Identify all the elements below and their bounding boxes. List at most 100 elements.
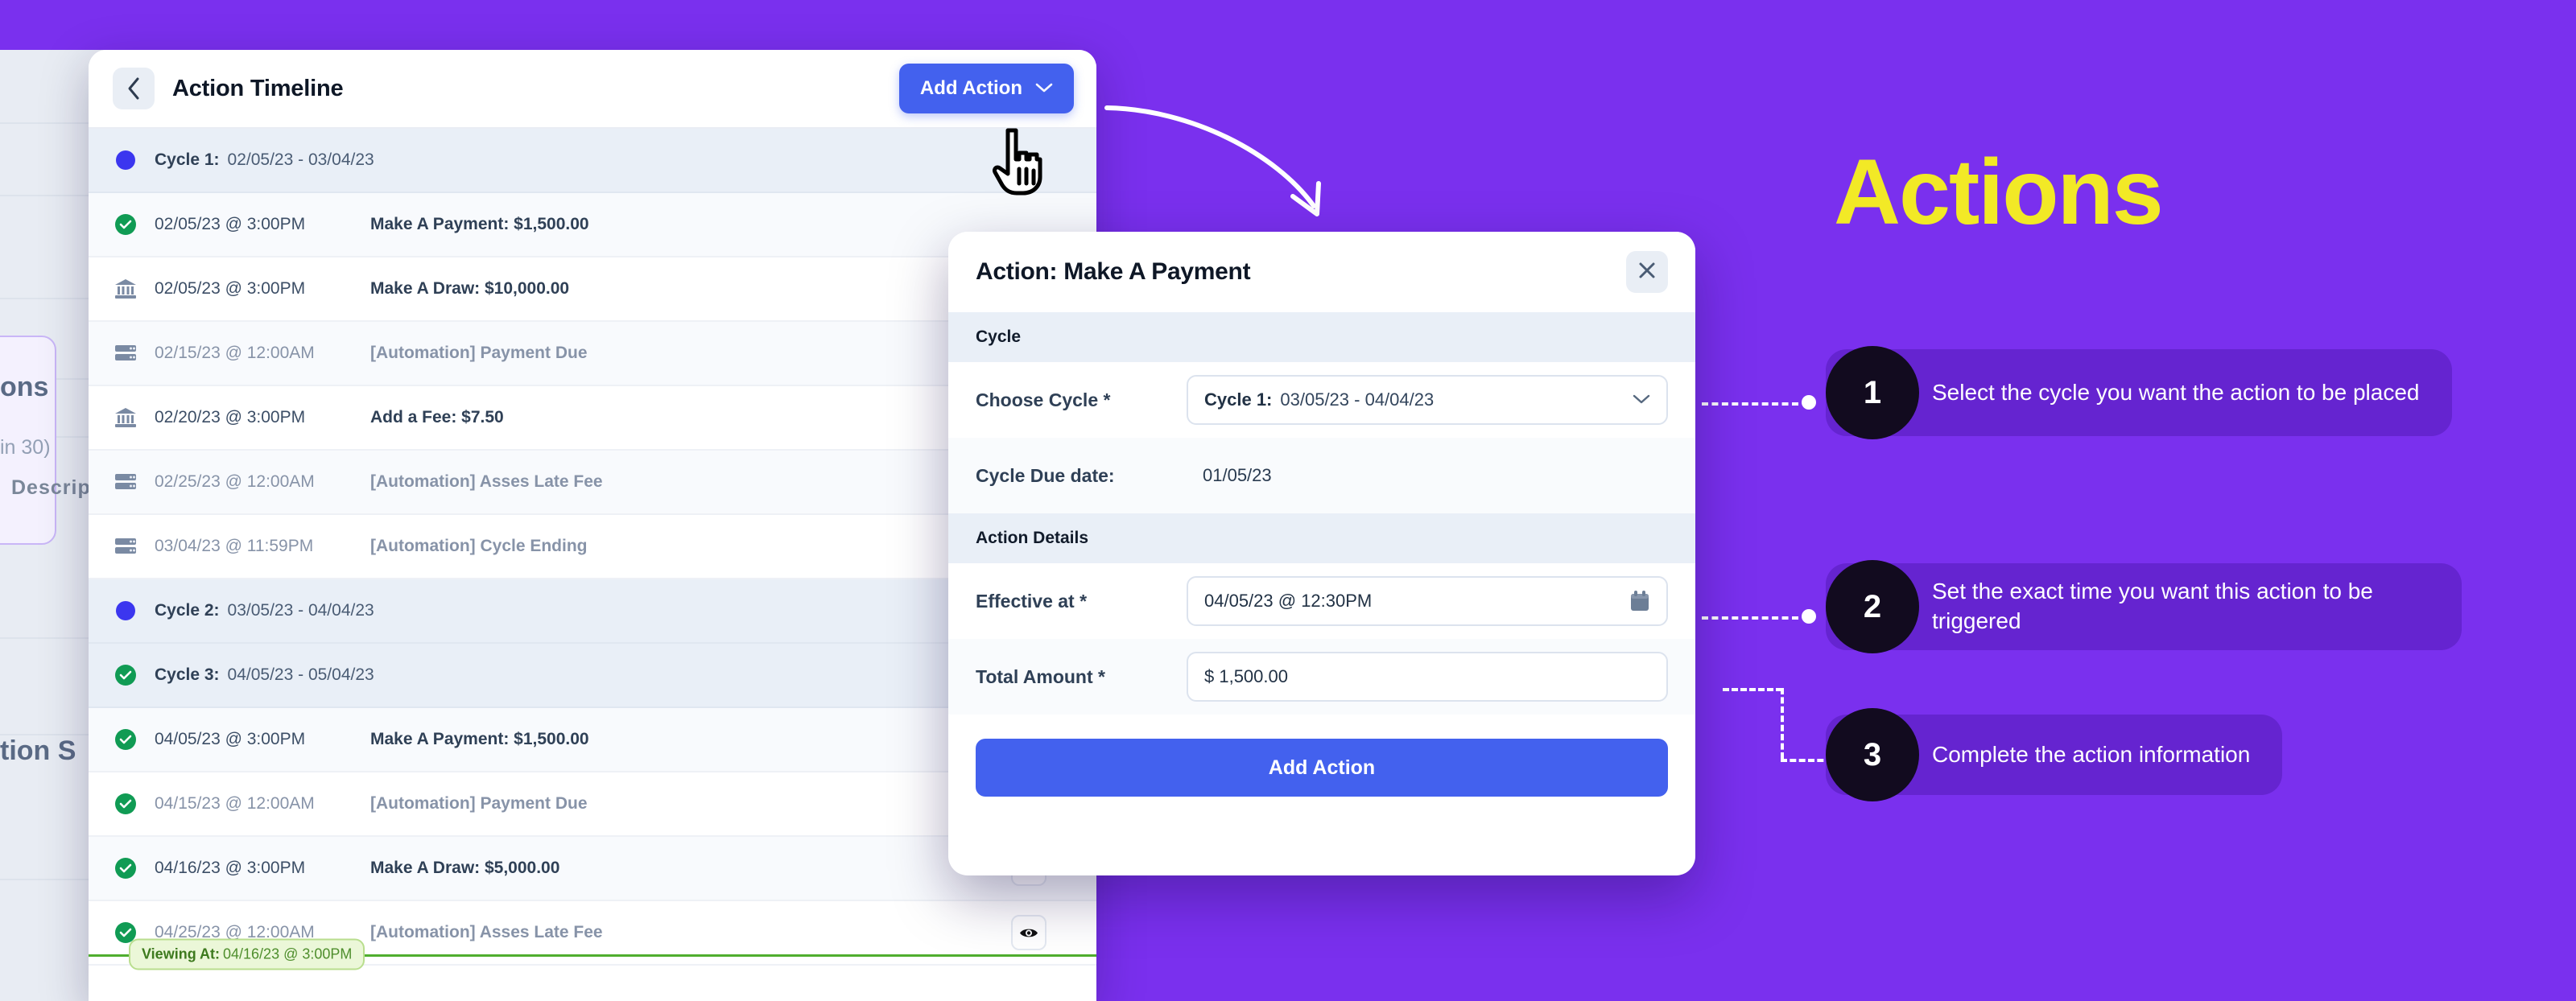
event-row-description: [Automation] Payment Due <box>370 344 588 362</box>
annotation-step-2-text: Set the exact time you want this action … <box>1932 579 2373 633</box>
add-action-modal: Action: Make A Payment Cycle Choose Cycl… <box>948 232 1695 875</box>
total-amount-value: $ 1,500.00 <box>1204 666 1288 686</box>
chevron-left-icon <box>126 76 142 101</box>
annotation-step-3-number: 3 <box>1826 708 1919 801</box>
choose-cycle-select[interactable]: Cycle 1: 03/05/23 - 04/04/23 <box>1187 375 1668 425</box>
event-row-datetime: 03/04/23 @ 11:59PM <box>155 537 314 555</box>
total-amount-input[interactable]: $ 1,500.00 <box>1187 652 1668 702</box>
timeline-event-row[interactable]: 02/05/23 @ 3:00PM Make A Draw: $10,000.00 <box>89 257 1096 322</box>
timeline-event-row[interactable]: 02/25/23 @ 12:00AM [Automation] Asses Lat… <box>89 451 1096 515</box>
event-row-datetime: 02/20/23 @ 3:00PM <box>155 408 306 426</box>
green-check-icon <box>113 793 138 814</box>
modal-footer: Add Action <box>948 715 1695 824</box>
event-row-description: Make A Draw: $5,000.00 <box>370 859 560 877</box>
cycle-row-name: Cycle 1: <box>155 150 220 169</box>
annotations-heading: Actions <box>1834 141 2164 244</box>
connector-dot-step-1 <box>1802 395 1816 410</box>
card-header: Action Timeline Add Action <box>89 50 1096 129</box>
page-title: Action Timeline <box>172 75 344 101</box>
cycle-due-date-value: 01/05/23 <box>1203 465 1272 485</box>
annotation-step-2-pill: Set the exact time you want this action … <box>1826 563 2462 650</box>
timeline-cycle-row[interactable]: Cycle 2: 03/05/23 - 04/04/23 <box>89 579 1096 644</box>
event-row-datetime: 04/05/23 @ 3:00PM <box>155 730 306 748</box>
green-check-icon <box>113 858 138 879</box>
back-button[interactable] <box>113 68 155 109</box>
event-row-datetime: 02/05/23 @ 3:00PM <box>155 215 306 233</box>
bank-icon <box>113 278 138 299</box>
screenshot-root: ons in 30) Descrip tion S Action Timelin… <box>0 0 2576 1001</box>
modal-title: Action: Make A Payment <box>976 258 1251 285</box>
blue-dot-icon <box>113 150 138 170</box>
timeline-event-row[interactable]: 04/05/23 @ 3:00PM Make A Payment: $1,500.… <box>89 708 1096 772</box>
effective-at-value: 04/05/23 @ 12:30PM <box>1204 591 1373 611</box>
timeline-event-row[interactable]: 04/15/23 @ 12:00AM [Automation] Payment D… <box>89 772 1096 837</box>
close-button[interactable] <box>1626 251 1668 293</box>
curved-arrow-icon <box>1103 77 1368 242</box>
modal-header: Action: Make A Payment <box>948 232 1695 312</box>
choose-cycle-selected-name: Cycle 1: <box>1204 389 1273 410</box>
connector-dashes-step-3-top <box>1723 688 1782 691</box>
event-row-datetime: 02/25/23 @ 12:00AM <box>155 472 315 491</box>
annotation-step-1-number: 1 <box>1826 346 1919 439</box>
green-check-icon <box>113 214 138 235</box>
cycle-due-date-label: Cycle Due date: <box>976 464 1115 486</box>
section-header-action-details: Action Details <box>948 513 1695 563</box>
effective-at-label: Effective at * <box>976 590 1088 612</box>
event-row-datetime: 02/15/23 @ 12:00AM <box>155 344 315 362</box>
annotation-step-2: Set the exact time you want this action … <box>1826 560 2462 653</box>
event-row-description: Make A Payment: $1,500.00 <box>370 215 589 233</box>
cycle-row-range: 02/05/23 - 03/04/23 <box>227 150 374 169</box>
calendar-icon[interactable] <box>1629 590 1650 612</box>
bg-text-fragment: Descrip <box>11 476 91 499</box>
add-action-button[interactable]: Add Action <box>898 64 1074 113</box>
timeline-event-row[interactable]: 02/20/23 @ 3:00PM Add a Fee: $7.50 <box>89 386 1096 451</box>
server-icon <box>113 344 138 363</box>
blue-dot-icon <box>113 601 138 620</box>
cycle-row-name: Cycle 2: <box>155 601 220 620</box>
timeline-cycle-row[interactable]: Cycle 1: 02/05/23 - 03/04/23 <box>89 129 1096 193</box>
event-row-datetime: 04/16/23 @ 3:00PM <box>155 859 306 877</box>
section-header-cycle: Cycle <box>948 312 1695 362</box>
field-row-effective-at: Effective at * 04/05/23 @ 12:30PM <box>948 563 1695 639</box>
viewing-at-value: 04/16/23 @ 3:00PM <box>223 945 353 962</box>
event-row-datetime: 04/15/23 @ 12:00AM <box>155 794 315 813</box>
annotation-step-3-text: Complete the action information <box>1932 741 2251 767</box>
bg-text-fragment: in 30) <box>0 436 51 459</box>
field-row-total-amount: Total Amount * $ 1,500.00 <box>948 639 1695 715</box>
annotation-step-3: Complete the action information 3 <box>1826 708 2283 801</box>
field-row-choose-cycle: Choose Cycle * Cycle 1: 03/05/23 - 04/04… <box>948 362 1695 438</box>
bank-icon <box>113 407 138 428</box>
cycle-row-range: 04/05/23 - 05/04/23 <box>227 665 374 684</box>
submit-add-action-button[interactable]: Add Action <box>976 739 1668 797</box>
effective-at-input[interactable]: 04/05/23 @ 12:30PM <box>1187 576 1668 626</box>
green-check-icon <box>113 729 138 750</box>
bg-text-fragment: ons <box>0 372 49 402</box>
timeline-event-row[interactable]: 02/15/23 @ 12:00AM [Automation] Payment D… <box>89 322 1096 386</box>
event-row-description: [Automation] Payment Due <box>370 794 588 813</box>
event-row-description: Make A Draw: $10,000.00 <box>370 279 570 298</box>
connector-dashes-step-3-vertical <box>1781 688 1784 759</box>
close-icon <box>1637 261 1657 284</box>
connector-dashes-step-2 <box>1702 616 1798 620</box>
choose-cycle-selected-range: 03/05/23 - 04/04/23 <box>1280 389 1435 410</box>
timeline-list: Cycle 1: 02/05/23 - 03/04/23 02/05/23 @ 3:… <box>89 129 1096 966</box>
annotation-step-2-number: 2 <box>1826 560 1919 653</box>
field-row-cycle-due-date: Cycle Due date: 01/05/23 <box>948 438 1695 513</box>
cycle-row-name: Cycle 3: <box>155 665 220 684</box>
server-icon <box>113 537 138 556</box>
timeline-event-row[interactable]: 03/04/23 @ 11:59PM [Automation] Cycle End… <box>89 515 1096 579</box>
action-timeline-card: Action Timeline Add Action Cycle 1: 02/05… <box>89 50 1096 1001</box>
connector-dot-step-2 <box>1802 609 1816 624</box>
timeline-event-row[interactable]: 02/05/23 @ 3:00PM Make A Payment: $1,500.… <box>89 193 1096 257</box>
timeline-cycle-row[interactable]: Cycle 3: 04/05/23 - 05/04/23 <box>89 644 1096 708</box>
total-amount-label: Total Amount * <box>976 665 1105 687</box>
eye-icon[interactable] <box>1011 915 1046 950</box>
timeline-event-row[interactable]: 04/16/23 @ 3:00PM Make A Draw: $5,000.00 <box>89 837 1096 901</box>
event-row-description: Make A Payment: $1,500.00 <box>370 730 589 748</box>
event-row-description: Add a Fee: $7.50 <box>370 408 504 426</box>
annotation-step-1-text: Select the cycle you want the action to … <box>1932 379 2420 405</box>
event-row-description: [Automation] Asses Late Fee <box>370 472 603 491</box>
green-check-icon <box>113 665 138 686</box>
connector-dashes-step-1 <box>1702 402 1798 406</box>
viewing-at-badge: Viewing At: 04/16/23 @ 3:00PM <box>129 938 365 970</box>
